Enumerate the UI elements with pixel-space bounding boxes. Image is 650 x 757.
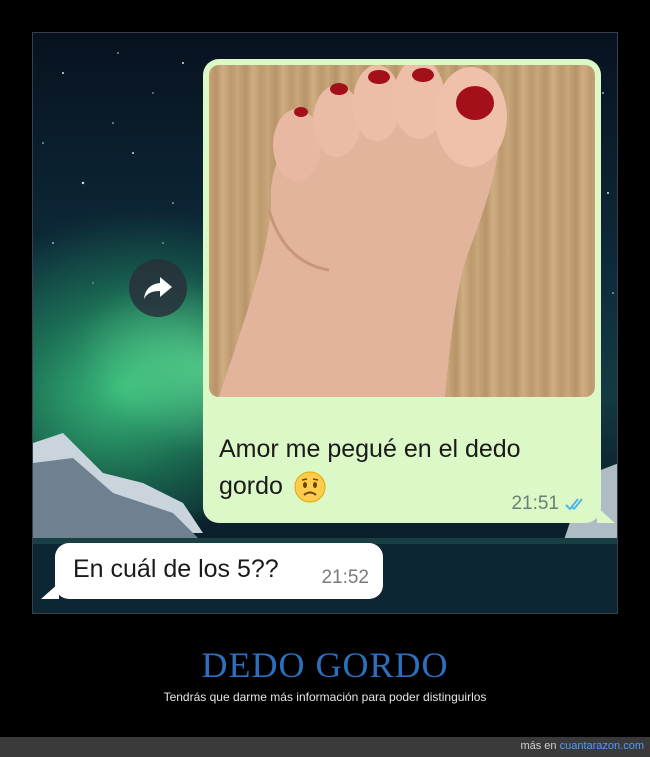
outgoing-message-meta: 21:51	[511, 493, 589, 515]
outgoing-message-text: Amor me pegué en el dedo gordo	[219, 431, 549, 505]
forward-button[interactable]	[129, 259, 187, 317]
footer-site-link[interactable]: cuantarazon.com	[560, 740, 644, 752]
caption-subtitle: Tendrás que darme más información para p…	[163, 690, 487, 704]
message-time: 21:51	[511, 493, 559, 514]
caption-title: DEDO GORDO	[201, 645, 449, 685]
incoming-message-time: 21:52	[321, 567, 369, 588]
message-text: Amor me pegué en el dedo gordo	[219, 435, 521, 500]
incoming-message-bubble[interactable]: En cuál de los 5?? 21:52	[41, 543, 383, 599]
footer-text: más en cuantarazon.com	[520, 740, 644, 752]
incoming-message-text: En cuál de los 5??	[73, 555, 279, 583]
foot-illustration	[219, 65, 507, 397]
forward-arrow-icon	[144, 277, 172, 299]
double-check-read-icon	[565, 498, 583, 511]
chat-screenshot: Amor me pegué en el dedo gordo 21:51 En …	[32, 32, 618, 614]
footer-bar: más en cuantarazon.com	[0, 737, 650, 757]
worried-face-emoji	[294, 471, 326, 503]
footer-prefix: más en	[520, 740, 557, 752]
foot-photo[interactable]	[209, 65, 595, 397]
outgoing-message-bubble[interactable]: Amor me pegué en el dedo gordo 21:51	[203, 59, 615, 523]
